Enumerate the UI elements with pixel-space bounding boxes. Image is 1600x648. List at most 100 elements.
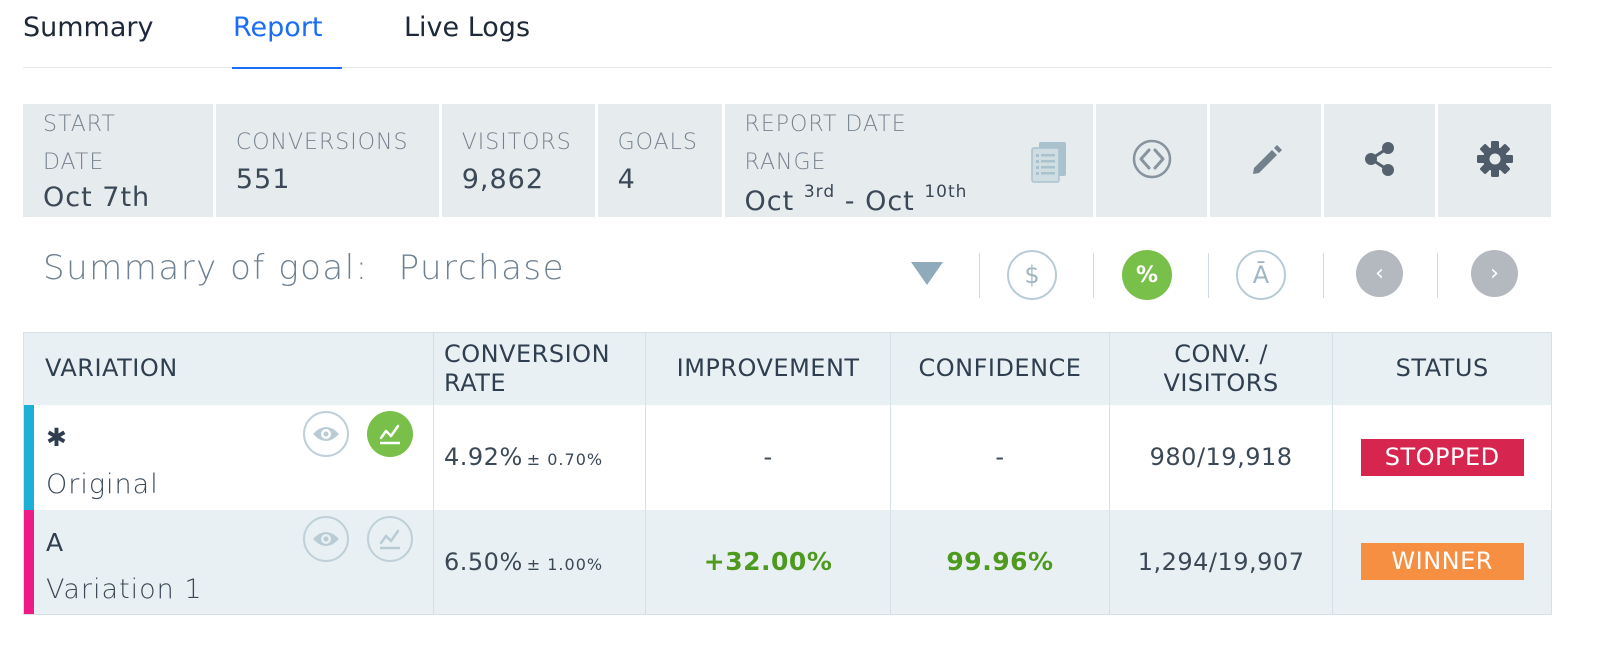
variation-name: Original <box>46 468 159 500</box>
stat-label: RANGE <box>744 150 827 175</box>
divider <box>979 253 980 298</box>
conv-visitors-cell: 980/19,918 <box>1108 404 1333 510</box>
conversion-rate: 6.50% <box>444 547 523 576</box>
edit-button[interactable] <box>1210 104 1322 217</box>
variation-color-bar <box>24 404 34 510</box>
gear-icon <box>1476 140 1514 182</box>
report-document-icon[interactable] <box>1030 140 1068 188</box>
stat-value: Oct 7th <box>43 182 151 213</box>
header-improvement: IMPROVEMENT <box>644 332 891 405</box>
code-button[interactable] <box>1096 104 1208 217</box>
variation-name: Variation 1 <box>46 573 203 605</box>
divider <box>1437 253 1438 298</box>
stats-bar: START DATE Oct 7th CONVERSIONS 551 VISIT… <box>23 104 1551 217</box>
next-goal-button[interactable]: › <box>1471 250 1518 297</box>
conversion-rate-margin: ± 0.70% <box>526 450 604 469</box>
from-month: Oct <box>744 186 795 217</box>
conversion-rate-cell: 4.92% ± 0.70% <box>433 404 646 510</box>
line-chart-icon <box>379 424 400 444</box>
stat-label: CONVERSIONS <box>235 130 409 155</box>
goal-title: Summary of goal: Purchase <box>43 248 565 288</box>
stat-label: START <box>43 112 116 137</box>
variation-key: ✱ <box>46 422 68 452</box>
header-variation: VARIATION <box>23 332 434 405</box>
stat-label: DATE <box>43 150 105 175</box>
header-conv-visitors: CONV. / VISITORS <box>1108 332 1333 405</box>
status-cell: STOPPED <box>1332 404 1552 510</box>
tab-report[interactable]: Report <box>232 12 341 69</box>
stat-value: 4 <box>617 164 636 195</box>
header-conversion-rate: CONVERSION RATE <box>433 332 646 405</box>
improvement-cell: +32.00% <box>644 509 891 615</box>
stat-value: 551 <box>235 164 291 195</box>
stat-goals: GOALS 4 <box>597 104 722 217</box>
tab-summary[interactable]: Summary <box>23 12 153 68</box>
variation-cell: A Variation 1 <box>23 509 434 615</box>
range-separator: - <box>844 186 856 217</box>
conversion-rate: 4.92% <box>444 443 523 471</box>
status-badge: STOPPED <box>1360 438 1524 476</box>
goal-selector[interactable]: Purchase <box>399 248 565 288</box>
confidence-cell: - <box>890 404 1110 510</box>
settings-button[interactable] <box>1438 104 1551 217</box>
tab-live-logs[interactable]: Live Logs <box>404 12 530 68</box>
stat-label: VISITORS <box>461 130 572 155</box>
improvement-cell: - <box>644 404 891 510</box>
stat-report-date-range: REPORT DATE RANGE Oct 3rd - Oct 10th <box>724 104 1094 217</box>
confidence-cell: 99.96% <box>890 509 1110 615</box>
conv-visitors-cell: 1,294/19,907 <box>1108 509 1333 615</box>
header-line: RATE <box>444 368 507 397</box>
variation-color-bar <box>24 509 34 614</box>
share-icon <box>1363 140 1397 182</box>
header-line: CONVERSION <box>444 339 611 368</box>
header-line: CONV. / <box>1174 339 1268 368</box>
stat-conversions: CONVERSIONS 551 <box>215 104 439 217</box>
caret-down-icon[interactable] <box>911 262 943 285</box>
conversion-rate-margin: ± 1.00% <box>526 554 604 574</box>
chart-toggle[interactable] <box>367 515 413 562</box>
pencil-icon <box>1248 141 1284 181</box>
date-range-value[interactable]: Oct 3rd - Oct 10th <box>745 182 968 217</box>
variation-key: A <box>46 527 64 557</box>
average-toggle[interactable]: Ā <box>1236 250 1286 300</box>
code-icon <box>1131 138 1173 184</box>
status-badge: WINNER <box>1360 543 1524 581</box>
table-header-row: VARIATION CONVERSION RATE IMPROVEMENT CO… <box>23 332 1552 405</box>
stat-label: GOALS <box>617 130 698 155</box>
report-table: VARIATION CONVERSION RATE IMPROVEMENT CO… <box>23 332 1552 615</box>
from-day: 3rd <box>803 182 836 202</box>
stat-label: REPORT DATE <box>744 112 907 137</box>
stat-value: 9,862 <box>461 164 545 195</box>
variation-cell: ✱ Original <box>23 404 434 510</box>
share-button[interactable] <box>1324 104 1436 217</box>
average-icon: Ā <box>1252 261 1270 289</box>
table-row: A Variation 1 6.50% ± 1.00% +32.00% 99.9… <box>23 509 1552 615</box>
preview-button[interactable] <box>303 410 349 457</box>
dollar-icon: $ <box>1024 261 1040 289</box>
header-line: VISITORS <box>1163 368 1279 397</box>
tab-bar: Summary Report Live Logs <box>23 0 1551 69</box>
chart-toggle[interactable] <box>367 410 413 457</box>
preview-button[interactable] <box>303 515 349 562</box>
status-cell: WINNER <box>1332 509 1552 615</box>
stat-start-date: START DATE Oct 7th <box>23 104 213 217</box>
chevron-right-icon: › <box>1490 261 1499 286</box>
stat-visitors: VISITORS 9,862 <box>441 104 595 217</box>
chevron-left-icon: ‹ <box>1375 261 1384 286</box>
percent-icon: % <box>1135 262 1159 288</box>
revenue-toggle[interactable]: $ <box>1007 250 1057 300</box>
eye-icon <box>313 426 339 441</box>
to-month: Oct <box>865 186 915 217</box>
divider <box>1323 253 1324 298</box>
prev-goal-button[interactable]: ‹ <box>1356 250 1403 297</box>
eye-icon <box>313 531 339 546</box>
to-day: 10th <box>924 182 968 202</box>
line-chart-icon <box>379 529 400 549</box>
percent-toggle[interactable]: % <box>1122 250 1172 300</box>
divider <box>1208 253 1209 298</box>
divider <box>1093 253 1094 298</box>
conversion-rate-cell: 6.50% ± 1.00% <box>433 509 646 615</box>
header-status: STATUS <box>1332 332 1552 405</box>
header-confidence: CONFIDENCE <box>890 332 1110 405</box>
goal-prefix: Summary of goal: <box>43 248 369 288</box>
